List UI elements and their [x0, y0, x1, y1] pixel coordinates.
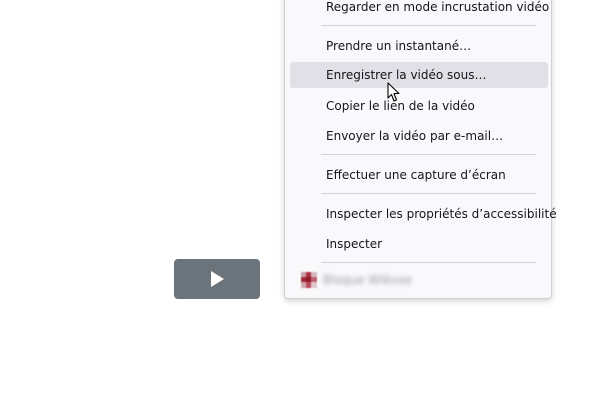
page: Regarder en mode incrustation vidéo Pren…	[0, 0, 601, 407]
menu-item-inspect[interactable]: Inspecter	[290, 231, 548, 257]
menu-item-take-screenshot[interactable]: Effectuer une capture d’écran	[290, 162, 548, 188]
menu-item-take-snapshot[interactable]: Prendre un instantané…	[290, 33, 548, 59]
menu-separator	[321, 262, 536, 263]
menu-separator	[321, 25, 536, 26]
context-menu: Regarder en mode incrustation vidéo Pren…	[284, 0, 557, 299]
menu-item-save-video-as[interactable]: Enregistrer la vidéo sous…	[290, 62, 548, 88]
play-icon	[211, 271, 224, 287]
menu-item-extension[interactable]: Bloque Wlèxxe	[290, 267, 548, 293]
menu-item-picture-in-picture[interactable]: Regarder en mode incrustation vidéo	[290, 0, 549, 20]
menu-separator	[321, 154, 536, 155]
extension-icon	[301, 272, 317, 288]
menu-item-email-video[interactable]: Envoyer la vidéo par e-mail…	[290, 123, 548, 149]
menu-item-copy-video-link[interactable]: Copier le lien de la vidéo	[290, 93, 548, 119]
menu-separator	[321, 193, 536, 194]
play-button[interactable]	[174, 259, 260, 299]
mouse-cursor-icon	[387, 82, 400, 102]
extension-label: Bloque Wlèxxe	[323, 273, 412, 287]
menu-item-inspect-accessibility[interactable]: Inspecter les propriétés d’accessibilité	[290, 201, 557, 227]
